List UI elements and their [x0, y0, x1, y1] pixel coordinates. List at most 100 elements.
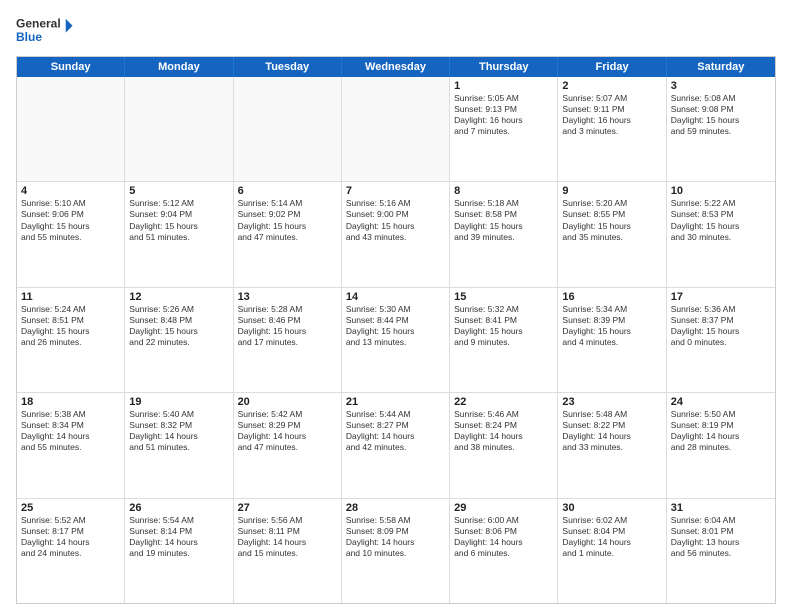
- header-day-saturday: Saturday: [667, 57, 775, 77]
- header: General Blue: [16, 12, 776, 48]
- day-number: 23: [562, 396, 661, 408]
- day-number: 11: [21, 291, 120, 303]
- cal-cell: 26Sunrise: 5:54 AM Sunset: 8:14 PM Dayli…: [125, 499, 233, 603]
- cell-text: Sunrise: 5:16 AM Sunset: 9:00 PM Dayligh…: [346, 198, 445, 242]
- calendar-week-1: 1Sunrise: 5:05 AM Sunset: 9:13 PM Daylig…: [17, 77, 775, 182]
- cal-cell: 10Sunrise: 5:22 AM Sunset: 8:53 PM Dayli…: [667, 182, 775, 286]
- svg-text:Blue: Blue: [16, 30, 42, 44]
- day-number: 24: [671, 396, 771, 408]
- cell-text: Sunrise: 5:24 AM Sunset: 8:51 PM Dayligh…: [21, 304, 120, 348]
- cal-cell: 2Sunrise: 5:07 AM Sunset: 9:11 PM Daylig…: [558, 77, 666, 181]
- page: General Blue SundayMondayTuesdayWednesda…: [0, 0, 792, 612]
- day-number: 21: [346, 396, 445, 408]
- cell-text: Sunrise: 5:46 AM Sunset: 8:24 PM Dayligh…: [454, 409, 553, 453]
- cal-cell: [17, 77, 125, 181]
- cell-text: Sunrise: 5:12 AM Sunset: 9:04 PM Dayligh…: [129, 198, 228, 242]
- day-number: 7: [346, 185, 445, 197]
- day-number: 9: [562, 185, 661, 197]
- calendar-week-5: 25Sunrise: 5:52 AM Sunset: 8:17 PM Dayli…: [17, 499, 775, 603]
- header-day-tuesday: Tuesday: [234, 57, 342, 77]
- calendar-header: SundayMondayTuesdayWednesdayThursdayFrid…: [17, 57, 775, 77]
- cal-cell: 18Sunrise: 5:38 AM Sunset: 8:34 PM Dayli…: [17, 393, 125, 497]
- day-number: 14: [346, 291, 445, 303]
- day-number: 19: [129, 396, 228, 408]
- cell-text: Sunrise: 5:56 AM Sunset: 8:11 PM Dayligh…: [238, 515, 337, 559]
- day-number: 31: [671, 502, 771, 514]
- header-day-monday: Monday: [125, 57, 233, 77]
- cell-text: Sunrise: 6:00 AM Sunset: 8:06 PM Dayligh…: [454, 515, 553, 559]
- day-number: 1: [454, 80, 553, 92]
- cal-cell: 8Sunrise: 5:18 AM Sunset: 8:58 PM Daylig…: [450, 182, 558, 286]
- logo: General Blue: [16, 12, 76, 48]
- cal-cell: 19Sunrise: 5:40 AM Sunset: 8:32 PM Dayli…: [125, 393, 233, 497]
- cal-cell: 16Sunrise: 5:34 AM Sunset: 8:39 PM Dayli…: [558, 288, 666, 392]
- cell-text: Sunrise: 5:54 AM Sunset: 8:14 PM Dayligh…: [129, 515, 228, 559]
- cal-cell: 15Sunrise: 5:32 AM Sunset: 8:41 PM Dayli…: [450, 288, 558, 392]
- day-number: 18: [21, 396, 120, 408]
- day-number: 5: [129, 185, 228, 197]
- cal-cell: 22Sunrise: 5:46 AM Sunset: 8:24 PM Dayli…: [450, 393, 558, 497]
- cell-text: Sunrise: 5:30 AM Sunset: 8:44 PM Dayligh…: [346, 304, 445, 348]
- cell-text: Sunrise: 5:26 AM Sunset: 8:48 PM Dayligh…: [129, 304, 228, 348]
- day-number: 16: [562, 291, 661, 303]
- calendar-body: 1Sunrise: 5:05 AM Sunset: 9:13 PM Daylig…: [17, 77, 775, 603]
- cal-cell: [342, 77, 450, 181]
- cal-cell: 29Sunrise: 6:00 AM Sunset: 8:06 PM Dayli…: [450, 499, 558, 603]
- day-number: 3: [671, 80, 771, 92]
- cell-text: Sunrise: 5:05 AM Sunset: 9:13 PM Dayligh…: [454, 93, 553, 137]
- cell-text: Sunrise: 5:10 AM Sunset: 9:06 PM Dayligh…: [21, 198, 120, 242]
- day-number: 20: [238, 396, 337, 408]
- day-number: 6: [238, 185, 337, 197]
- cal-cell: 23Sunrise: 5:48 AM Sunset: 8:22 PM Dayli…: [558, 393, 666, 497]
- cal-cell: 30Sunrise: 6:02 AM Sunset: 8:04 PM Dayli…: [558, 499, 666, 603]
- header-day-sunday: Sunday: [17, 57, 125, 77]
- day-number: 28: [346, 502, 445, 514]
- cal-cell: 21Sunrise: 5:44 AM Sunset: 8:27 PM Dayli…: [342, 393, 450, 497]
- cell-text: Sunrise: 6:04 AM Sunset: 8:01 PM Dayligh…: [671, 515, 771, 559]
- calendar-week-2: 4Sunrise: 5:10 AM Sunset: 9:06 PM Daylig…: [17, 182, 775, 287]
- cal-cell: 24Sunrise: 5:50 AM Sunset: 8:19 PM Dayli…: [667, 393, 775, 497]
- calendar-week-4: 18Sunrise: 5:38 AM Sunset: 8:34 PM Dayli…: [17, 393, 775, 498]
- cell-text: Sunrise: 5:48 AM Sunset: 8:22 PM Dayligh…: [562, 409, 661, 453]
- day-number: 2: [562, 80, 661, 92]
- cell-text: Sunrise: 5:18 AM Sunset: 8:58 PM Dayligh…: [454, 198, 553, 242]
- cal-cell: 31Sunrise: 6:04 AM Sunset: 8:01 PM Dayli…: [667, 499, 775, 603]
- cal-cell: 27Sunrise: 5:56 AM Sunset: 8:11 PM Dayli…: [234, 499, 342, 603]
- cell-text: Sunrise: 5:42 AM Sunset: 8:29 PM Dayligh…: [238, 409, 337, 453]
- cell-text: Sunrise: 5:58 AM Sunset: 8:09 PM Dayligh…: [346, 515, 445, 559]
- day-number: 13: [238, 291, 337, 303]
- cal-cell: 5Sunrise: 5:12 AM Sunset: 9:04 PM Daylig…: [125, 182, 233, 286]
- day-number: 30: [562, 502, 661, 514]
- day-number: 29: [454, 502, 553, 514]
- header-day-friday: Friday: [558, 57, 666, 77]
- cell-text: Sunrise: 5:36 AM Sunset: 8:37 PM Dayligh…: [671, 304, 771, 348]
- cell-text: Sunrise: 5:44 AM Sunset: 8:27 PM Dayligh…: [346, 409, 445, 453]
- header-day-thursday: Thursday: [450, 57, 558, 77]
- day-number: 15: [454, 291, 553, 303]
- calendar: SundayMondayTuesdayWednesdayThursdayFrid…: [16, 56, 776, 604]
- cell-text: Sunrise: 5:40 AM Sunset: 8:32 PM Dayligh…: [129, 409, 228, 453]
- day-number: 4: [21, 185, 120, 197]
- cell-text: Sunrise: 5:22 AM Sunset: 8:53 PM Dayligh…: [671, 198, 771, 242]
- day-number: 8: [454, 185, 553, 197]
- cal-cell: 14Sunrise: 5:30 AM Sunset: 8:44 PM Dayli…: [342, 288, 450, 392]
- calendar-week-3: 11Sunrise: 5:24 AM Sunset: 8:51 PM Dayli…: [17, 288, 775, 393]
- cell-text: Sunrise: 5:52 AM Sunset: 8:17 PM Dayligh…: [21, 515, 120, 559]
- cell-text: Sunrise: 5:50 AM Sunset: 8:19 PM Dayligh…: [671, 409, 771, 453]
- cal-cell: 20Sunrise: 5:42 AM Sunset: 8:29 PM Dayli…: [234, 393, 342, 497]
- cal-cell: 17Sunrise: 5:36 AM Sunset: 8:37 PM Dayli…: [667, 288, 775, 392]
- cal-cell: 7Sunrise: 5:16 AM Sunset: 9:00 PM Daylig…: [342, 182, 450, 286]
- cell-text: Sunrise: 5:28 AM Sunset: 8:46 PM Dayligh…: [238, 304, 337, 348]
- cal-cell: 6Sunrise: 5:14 AM Sunset: 9:02 PM Daylig…: [234, 182, 342, 286]
- cell-text: Sunrise: 5:38 AM Sunset: 8:34 PM Dayligh…: [21, 409, 120, 453]
- cal-cell: 3Sunrise: 5:08 AM Sunset: 9:08 PM Daylig…: [667, 77, 775, 181]
- cal-cell: 28Sunrise: 5:58 AM Sunset: 8:09 PM Dayli…: [342, 499, 450, 603]
- svg-text:General: General: [16, 16, 61, 30]
- day-number: 27: [238, 502, 337, 514]
- cal-cell: [125, 77, 233, 181]
- cal-cell: 11Sunrise: 5:24 AM Sunset: 8:51 PM Dayli…: [17, 288, 125, 392]
- cell-text: Sunrise: 5:14 AM Sunset: 9:02 PM Dayligh…: [238, 198, 337, 242]
- cal-cell: 25Sunrise: 5:52 AM Sunset: 8:17 PM Dayli…: [17, 499, 125, 603]
- cell-text: Sunrise: 5:08 AM Sunset: 9:08 PM Dayligh…: [671, 93, 771, 137]
- cell-text: Sunrise: 6:02 AM Sunset: 8:04 PM Dayligh…: [562, 515, 661, 559]
